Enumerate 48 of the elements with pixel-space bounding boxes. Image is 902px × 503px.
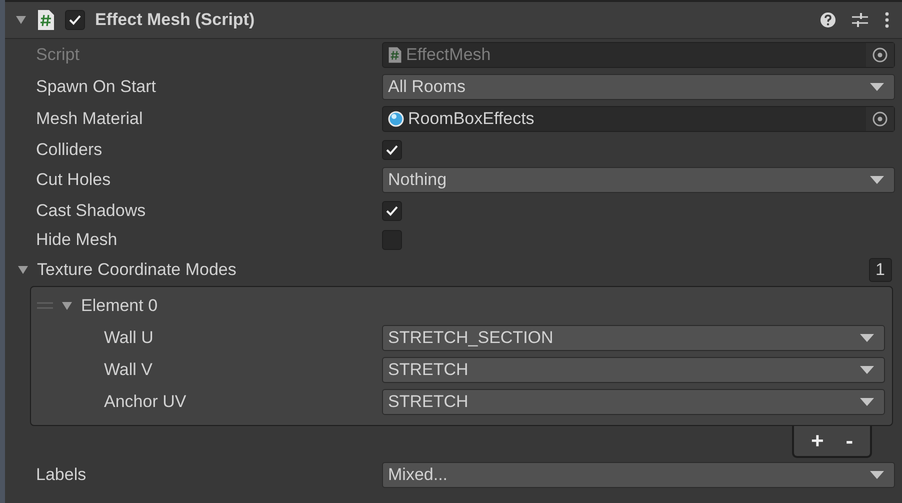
checkbox[interactable] (382, 200, 402, 220)
property-label: Cut Holes (36, 170, 112, 190)
script-file-icon (388, 47, 402, 63)
help-icon[interactable] (820, 12, 836, 28)
property-label: Wall U (104, 328, 154, 348)
caret-icon (870, 83, 884, 91)
object-picker-icon[interactable] (872, 111, 888, 127)
foldout-arrow-icon[interactable] (17, 264, 29, 276)
list-label: Texture Coordinate Modes (37, 260, 238, 280)
dropdown[interactable]: STRETCH (382, 389, 885, 415)
script-file-icon (37, 10, 55, 30)
check-icon (385, 144, 399, 156)
add-button[interactable]: + (806, 430, 828, 452)
property-label: Wall V (104, 360, 154, 380)
check-icon (68, 14, 82, 26)
component-title: Effect Mesh (Script) (95, 10, 256, 30)
caret-icon (860, 334, 874, 342)
dropdown[interactable]: Nothing (382, 167, 895, 193)
remove-button[interactable]: - (842, 430, 858, 452)
property-label: Hide Mesh (36, 230, 118, 250)
checkbox[interactable] (65, 10, 85, 30)
checkbox[interactable] (382, 140, 402, 160)
dropdown[interactable]: STRETCH_SECTION (382, 325, 885, 351)
foldout-arrow-icon[interactable] (15, 14, 27, 26)
checkbox[interactable] (382, 230, 402, 250)
more-menu-icon[interactable] (884, 12, 890, 28)
property-label: Anchor UV (104, 392, 188, 412)
check-icon (385, 204, 399, 216)
dropdown[interactable]: STRETCH (382, 357, 885, 383)
property-label: Spawn On Start (36, 77, 158, 97)
property-label: Script (36, 45, 80, 65)
object-field[interactable]: RoomBoxEffects (382, 106, 895, 132)
foldout-arrow-icon[interactable] (61, 300, 73, 312)
property-label: Labels (36, 465, 88, 485)
dropdown[interactable]: Mixed... (382, 462, 895, 488)
drag-handle-icon[interactable] (37, 302, 53, 310)
property-label: Mesh Material (36, 109, 144, 129)
caret-icon (870, 471, 884, 479)
element-label: Element 0 (81, 296, 158, 316)
presets-sliders-icon[interactable] (852, 12, 868, 28)
caret-icon (860, 366, 874, 374)
caret-icon (860, 398, 874, 406)
list-size-field[interactable]: 1 (868, 258, 892, 282)
property-label: Colliders (36, 140, 104, 160)
property-label: Cast Shadows (36, 200, 147, 220)
caret-icon (870, 176, 884, 184)
material-sphere-icon (388, 111, 404, 127)
dropdown[interactable]: All Rooms (382, 74, 895, 100)
